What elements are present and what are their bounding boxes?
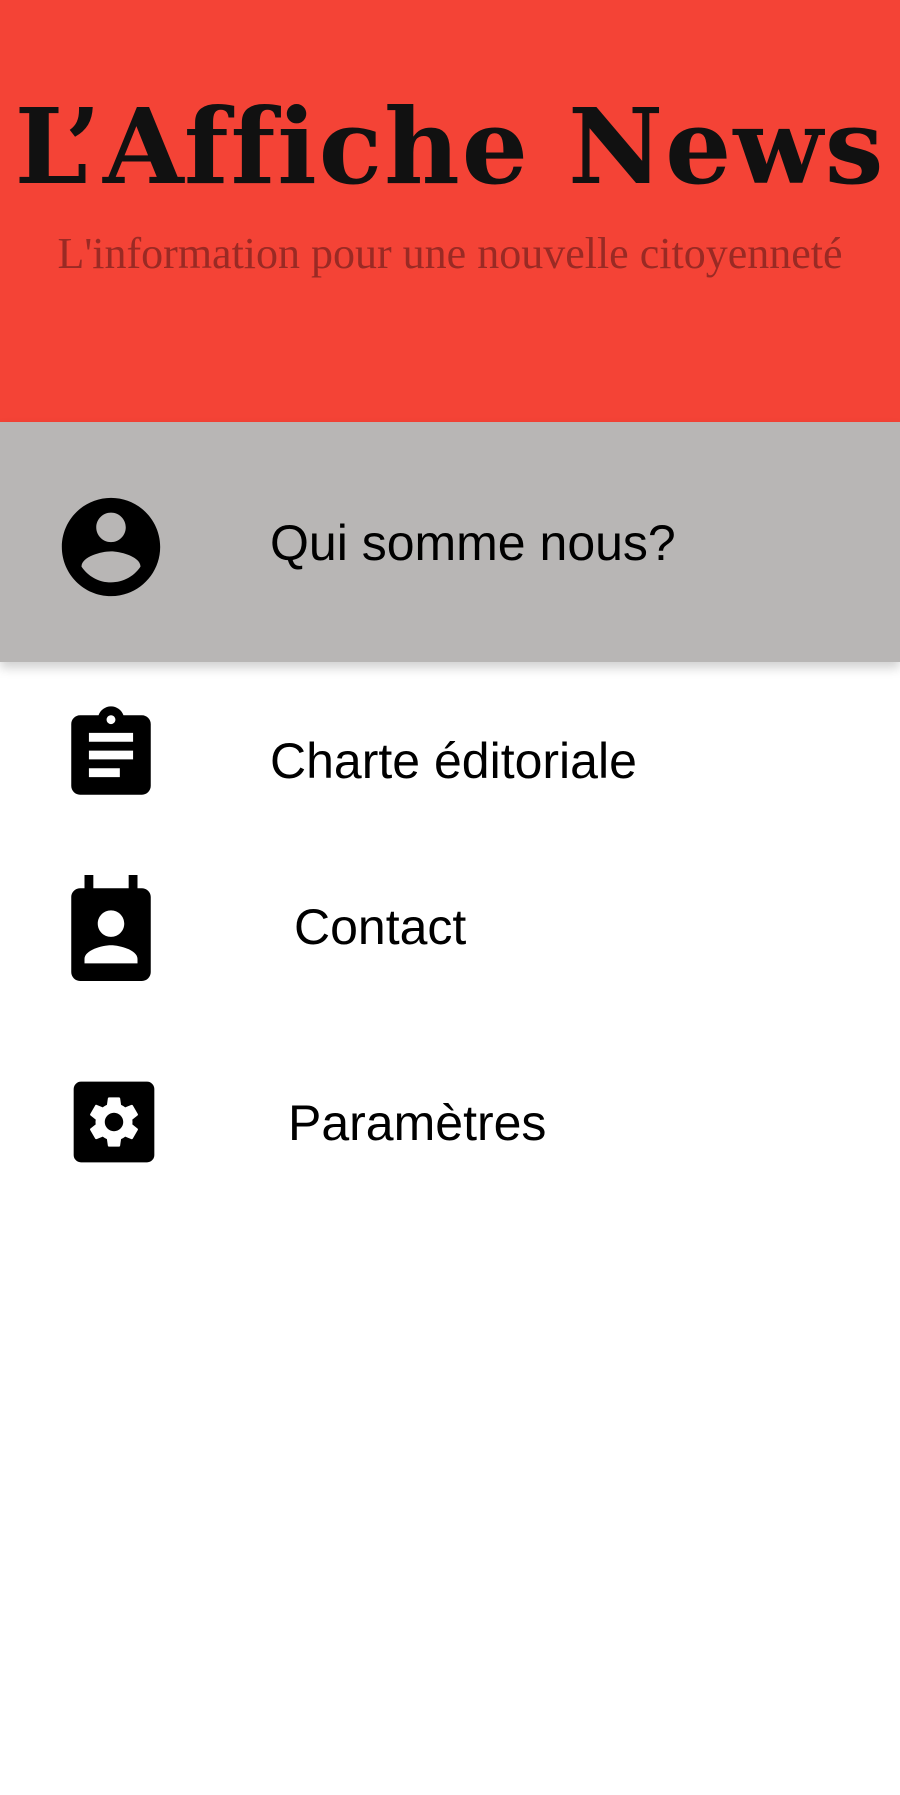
menu-item-qui-somme-nous[interactable]: Qui somme nous? [0, 422, 900, 662]
account-circle-icon [61, 497, 161, 597]
menu-item-parametres[interactable]: Paramètres [0, 1060, 900, 1200]
brand-logo-tagline: L'information pour une nouvelle citoyenn… [57, 229, 843, 278]
menu-item-contact[interactable]: Contact [0, 860, 900, 1000]
menu-item-label: Charte éditoriale [270, 733, 637, 789]
settings-gear-icon [73, 1081, 155, 1163]
menu-item-label: Qui somme nous? [270, 515, 676, 571]
drawer-header: L’Affiche News L'information pour une no… [0, 0, 900, 422]
menu-item-charte-editoriale[interactable]: Charte éditoriale [0, 690, 900, 830]
menu-item-label: Paramètres [288, 1095, 547, 1151]
contact-badge-icon [71, 875, 151, 981]
clipboard-icon [71, 706, 151, 795]
brand-logo-title: L’Affiche News [14, 85, 886, 208]
navigation-drawer: L’Affiche News L'information pour une no… [0, 0, 900, 1795]
menu-item-label: Contact [294, 899, 467, 955]
